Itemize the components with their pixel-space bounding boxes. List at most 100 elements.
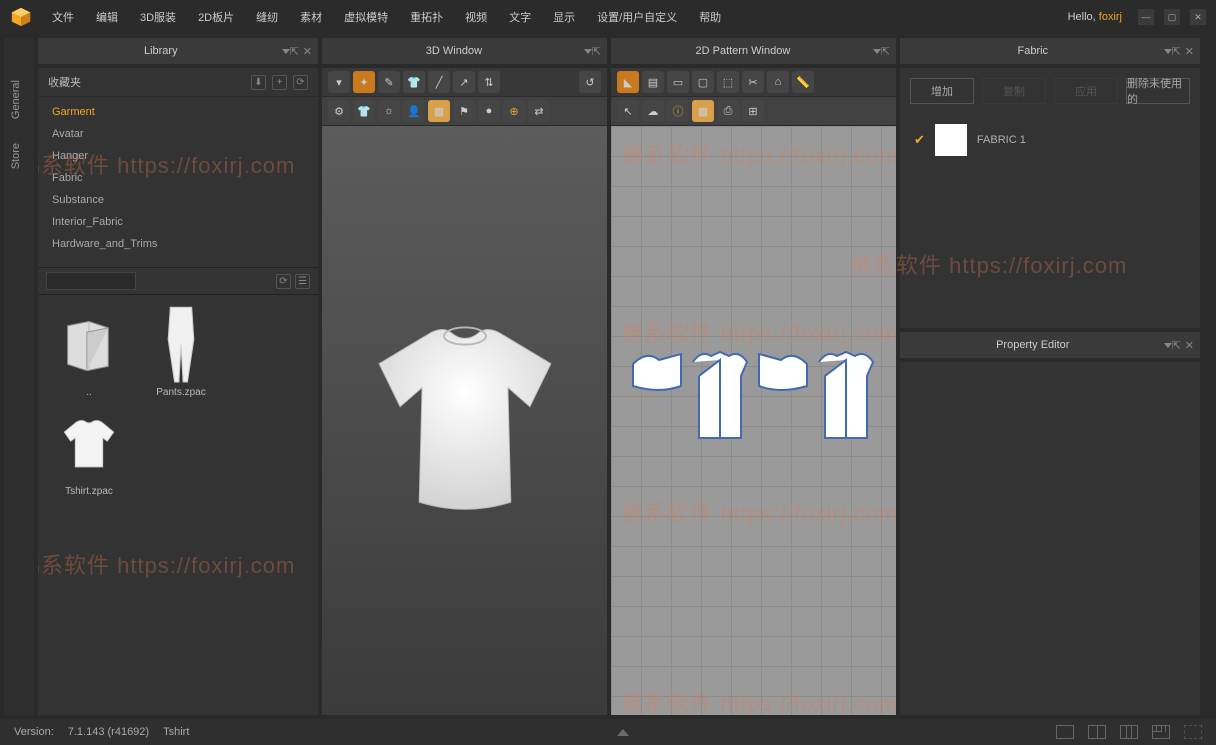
2d-edit-icon[interactable]: ▤: [642, 71, 664, 93]
fabric-apply-button[interactable]: 应用: [1054, 78, 1118, 104]
menu-material[interactable]: 素材: [292, 5, 330, 29]
2d-cloud-icon[interactable]: ☁: [642, 100, 664, 122]
view-globe-icon[interactable]: ⊕: [503, 100, 525, 122]
property-editor-panel: [900, 362, 1200, 715]
layout-split2-icon[interactable]: [1088, 725, 1106, 739]
menu-retopo[interactable]: 重拓扑: [402, 5, 451, 29]
2d-lock-icon[interactable]: ⎙: [717, 100, 739, 122]
pattern-pieces: [621, 346, 886, 446]
2d-viewport[interactable]: 佛系软件 https://foxirj.com 佛系软件 https://fox…: [611, 126, 896, 715]
2d-info-icon[interactable]: ⓘ: [667, 100, 689, 122]
menu-display[interactable]: 显示: [545, 5, 583, 29]
fabric-add-button[interactable]: 增加: [910, 78, 974, 104]
tree-substance[interactable]: Substance: [38, 189, 318, 211]
menu-2d[interactable]: 2D板片: [190, 5, 242, 29]
tool-sim-icon[interactable]: ▾: [328, 71, 350, 93]
tool-pen-icon[interactable]: ✎: [378, 71, 400, 93]
2d-cursor-icon[interactable]: ↖: [617, 100, 639, 122]
fabric-copy-button[interactable]: 复制: [982, 78, 1046, 104]
2d-note-icon[interactable]: ▩: [692, 100, 714, 122]
fabric-panel: 增加 复制 应用 删除未使用的 ✔ FABRIC 1 佛系软件 https://…: [900, 68, 1200, 328]
layout-split3-icon[interactable]: [1120, 725, 1138, 739]
window-close-button[interactable]: ✕: [1190, 9, 1206, 25]
fabric-panel-tab[interactable]: Fabric ⇱✕: [900, 38, 1200, 64]
undock-icon[interactable]: ⇱: [1172, 339, 1181, 352]
vtab-store[interactable]: Store: [4, 131, 34, 181]
view-flag-icon[interactable]: ⚑: [453, 100, 475, 122]
view-sun-icon[interactable]: ☼: [378, 100, 400, 122]
view-box-icon[interactable]: ▩: [428, 100, 450, 122]
2d-trace-icon[interactable]: ⬚: [717, 71, 739, 93]
menu-sew[interactable]: 缝纫: [248, 5, 286, 29]
tree-avatar[interactable]: Avatar: [38, 123, 318, 145]
menu-help[interactable]: 帮助: [691, 5, 729, 29]
tool-dual-icon[interactable]: ⇅: [478, 71, 500, 93]
tool-undo-icon[interactable]: ↺: [579, 71, 601, 93]
view-transfer-icon[interactable]: ⇄: [528, 100, 550, 122]
menu-avatar[interactable]: 虚拟模特: [336, 5, 396, 29]
3d-viewport[interactable]: [322, 126, 607, 715]
tool-shirt-icon[interactable]: 👕: [403, 71, 425, 93]
watermark: 佛系软件 https://foxirj.com: [621, 316, 896, 348]
menu-video[interactable]: 视频: [457, 5, 495, 29]
2d-measure-icon[interactable]: 📏: [792, 71, 814, 93]
2d-rect-icon[interactable]: ▢: [692, 71, 714, 93]
layout-full-icon[interactable]: [1184, 725, 1202, 739]
2d-grid-icon[interactable]: ⊞: [742, 100, 764, 122]
menu-settings[interactable]: 设置/用户自定义: [589, 5, 685, 29]
3d-window-panel-tab[interactable]: 3D Window ⇱: [322, 38, 607, 64]
add-icon[interactable]: +: [272, 75, 287, 90]
undock-icon[interactable]: ⇱: [881, 45, 890, 58]
thumb-tshirt[interactable]: Tshirt.zpac: [48, 408, 130, 497]
refresh-icon[interactable]: ⟳: [293, 75, 308, 90]
layout-grid-icon[interactable]: [1152, 725, 1170, 739]
undock-icon[interactable]: ⇱: [592, 45, 601, 58]
view-gear-icon[interactable]: ⚙: [328, 100, 350, 122]
tree-interior[interactable]: Interior_Fabric: [38, 211, 318, 233]
expand-up-icon[interactable]: [617, 729, 629, 736]
2d-toolbar-2: ↖ ☁ ⓘ ▩ ⎙ ⊞: [611, 97, 896, 126]
property-panel-tab[interactable]: Property Editor ⇱✕: [900, 332, 1200, 358]
library-panel-tab[interactable]: Library ⇱✕: [38, 38, 318, 64]
2d-pattern-panel-tab[interactable]: 2D Pattern Window ⇱: [611, 38, 896, 64]
2d-folder-icon[interactable]: ▭: [667, 71, 689, 93]
layout-single-icon[interactable]: [1056, 725, 1074, 739]
window-maximize-button[interactable]: ▢: [1164, 9, 1180, 25]
tool-select-icon[interactable]: ✦: [353, 71, 375, 93]
side-vertical-tabs: General Store: [4, 38, 34, 715]
thumb-parent-folder[interactable]: ..: [48, 309, 130, 398]
menu-edit[interactable]: 编辑: [88, 5, 126, 29]
tool-arrow-icon[interactable]: ↗: [453, 71, 475, 93]
list-view-icon[interactable]: ☰: [295, 274, 310, 289]
close-panel-icon[interactable]: ✕: [1185, 45, 1194, 58]
menu-text[interactable]: 文字: [501, 5, 539, 29]
2d-machine-icon[interactable]: ⌂: [767, 71, 789, 93]
tree-hanger[interactable]: Hanger: [38, 145, 318, 167]
tool-needle-icon[interactable]: ╱: [428, 71, 450, 93]
path-dropdown[interactable]: [46, 272, 136, 290]
window-minimize-button[interactable]: —: [1138, 9, 1154, 25]
view-shirt-icon[interactable]: 👕: [353, 100, 375, 122]
thumb-pants[interactable]: Pants.zpac: [140, 309, 222, 398]
tree-garment[interactable]: Garment: [38, 101, 318, 123]
2d-select-icon[interactable]: ◣: [617, 71, 639, 93]
version-label: Version:: [14, 726, 54, 738]
refresh-list-icon[interactable]: ⟳: [276, 274, 291, 289]
menu-file[interactable]: 文件: [44, 5, 82, 29]
tree-hardware[interactable]: Hardware_and_Trims: [38, 233, 318, 255]
vtab-general[interactable]: General: [4, 68, 34, 131]
fabric-list-item[interactable]: ✔ FABRIC 1: [900, 114, 1200, 166]
status-bar: Version: 7.1.143 (r41692) Tshirt: [0, 719, 1216, 745]
fabric-delete-unused-button[interactable]: 删除未使用的: [1126, 78, 1190, 104]
2d-sew-icon[interactable]: ✂: [742, 71, 764, 93]
tree-fabric[interactable]: Fabric: [38, 167, 318, 189]
close-panel-icon[interactable]: ✕: [1185, 339, 1194, 352]
undock-icon[interactable]: ⇱: [290, 45, 299, 58]
menu-3d[interactable]: 3D服装: [132, 5, 184, 29]
view-head-icon[interactable]: ●: [478, 100, 500, 122]
close-panel-icon[interactable]: ✕: [303, 45, 312, 58]
download-icon[interactable]: ⬇: [251, 75, 266, 90]
undock-icon[interactable]: ⇱: [1172, 45, 1181, 58]
favorites-label: 收藏夹: [48, 74, 245, 90]
view-avatar-icon[interactable]: 👤: [403, 100, 425, 122]
